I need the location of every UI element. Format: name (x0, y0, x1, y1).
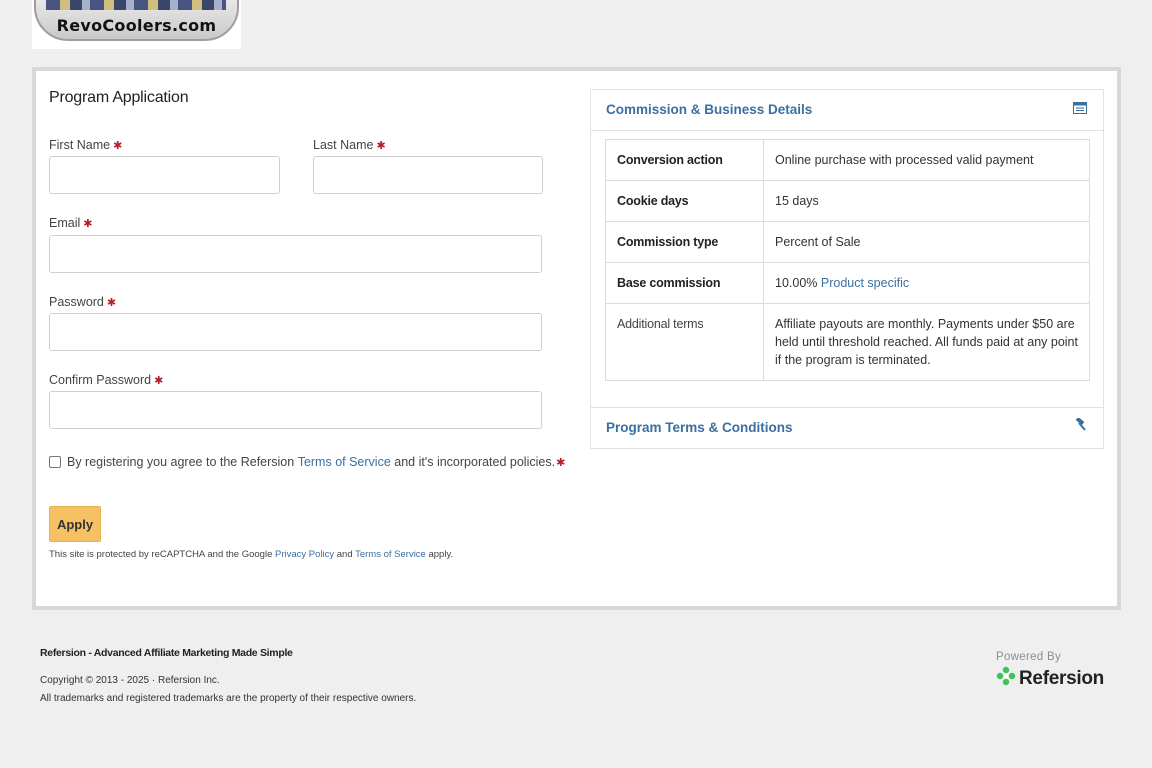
refersion-brand-name: Refersion (1019, 667, 1104, 689)
commission-details-table: Conversion action Online purchase with p… (605, 139, 1090, 381)
required-icon: ✱ (83, 218, 93, 230)
detail-key: Base commission (605, 262, 764, 304)
captcha-text-suffix: apply. (425, 549, 454, 560)
last-name-label: Last Name ✱ (313, 138, 386, 152)
detail-value: Online purchase with processed valid pay… (763, 139, 1090, 181)
captcha-text-and: and (334, 549, 356, 560)
powered-by-label: Powered By (996, 651, 1062, 663)
terms-panel-title: Program Terms & Conditions (606, 420, 793, 435)
gavel-icon[interactable] (1073, 417, 1087, 437)
required-icon: ✱ (376, 140, 386, 152)
detail-key: Conversion action (605, 139, 764, 181)
required-icon: ✱ (154, 375, 164, 387)
detail-value: Percent of Sale (763, 221, 1090, 263)
detail-key: Commission type (605, 221, 764, 263)
table-row: Conversion action Online purchase with p… (605, 139, 1090, 181)
site-logo[interactable]: RevoCoolers.com (32, 0, 241, 49)
calendar-icon[interactable] (1073, 101, 1087, 119)
page-title: Program Application (49, 89, 189, 106)
first-name-label: First Name ✱ (49, 138, 123, 152)
table-row: Base commission 10.00% Product specific (605, 262, 1090, 304)
password-label: Password ✱ (49, 295, 117, 309)
detail-value: 15 days (763, 180, 1090, 222)
terms-checkbox[interactable] (49, 456, 61, 468)
captcha-text: This site is protected by reCAPTCHA and … (49, 549, 275, 560)
apply-button[interactable]: Apply (49, 506, 101, 542)
confirm-password-label: Confirm Password ✱ (49, 373, 164, 387)
last-name-input[interactable] (313, 156, 543, 194)
refersion-logo-icon (996, 666, 1016, 691)
logo-text: RevoCoolers.com (56, 16, 217, 35)
agree-text: By registering you agree to the Refersio… (67, 455, 298, 469)
base-commission-value: 10.00% (775, 276, 821, 290)
privacy-policy-link[interactable]: Privacy Policy (275, 549, 334, 560)
email-label: Email ✱ (49, 216, 93, 230)
logo-cans-graphic (46, 0, 226, 10)
required-icon: ✱ (113, 140, 123, 152)
terms-of-service-link[interactable]: Terms of Service (298, 455, 391, 469)
product-specific-link[interactable]: Product specific (821, 276, 909, 290)
confirm-password-field[interactable] (49, 391, 542, 429)
agree-text-suffix: and it's incorporated policies. (390, 455, 556, 469)
required-icon: ✱ (106, 297, 117, 309)
detail-value: Affiliate payouts are monthly. Payments … (763, 303, 1090, 381)
commission-panel-title: Commission & Business Details (606, 102, 813, 117)
refersion-brand[interactable]: Refersion (996, 666, 1104, 691)
detail-key: Additional terms (605, 303, 764, 381)
footer-trademarks: All trademarks and registered trademarks… (40, 693, 417, 704)
recaptcha-notice: This site is protected by reCAPTCHA and … (49, 549, 453, 560)
footer-title: Refersion - Advanced Affiliate Marketing… (40, 647, 293, 659)
detail-key: Cookie days (605, 180, 764, 222)
first-name-input[interactable] (49, 156, 280, 194)
footer-copyright: Copyright © 2013 - 2025 · Refersion Inc. (40, 675, 220, 686)
email-field[interactable] (49, 235, 542, 273)
commission-panel-header[interactable]: Commission & Business Details (591, 90, 1103, 131)
terms-panel[interactable]: Program Terms & Conditions (590, 407, 1104, 449)
detail-value: 10.00% Product specific (763, 262, 1090, 304)
commission-panel: Commission & Business Details Conversion… (590, 89, 1104, 408)
password-field[interactable] (49, 313, 542, 351)
captcha-terms-link[interactable]: Terms of Service (355, 549, 426, 560)
terms-agreement: By registering you agree to the Refersio… (49, 455, 565, 469)
table-row: Additional terms Affiliate payouts are m… (605, 303, 1090, 381)
application-card: Program Application First Name ✱ Last Nam… (32, 67, 1121, 610)
table-row: Commission type Percent of Sale (605, 221, 1090, 263)
required-icon: ✱ (556, 456, 566, 469)
table-row: Cookie days 15 days (605, 180, 1090, 222)
